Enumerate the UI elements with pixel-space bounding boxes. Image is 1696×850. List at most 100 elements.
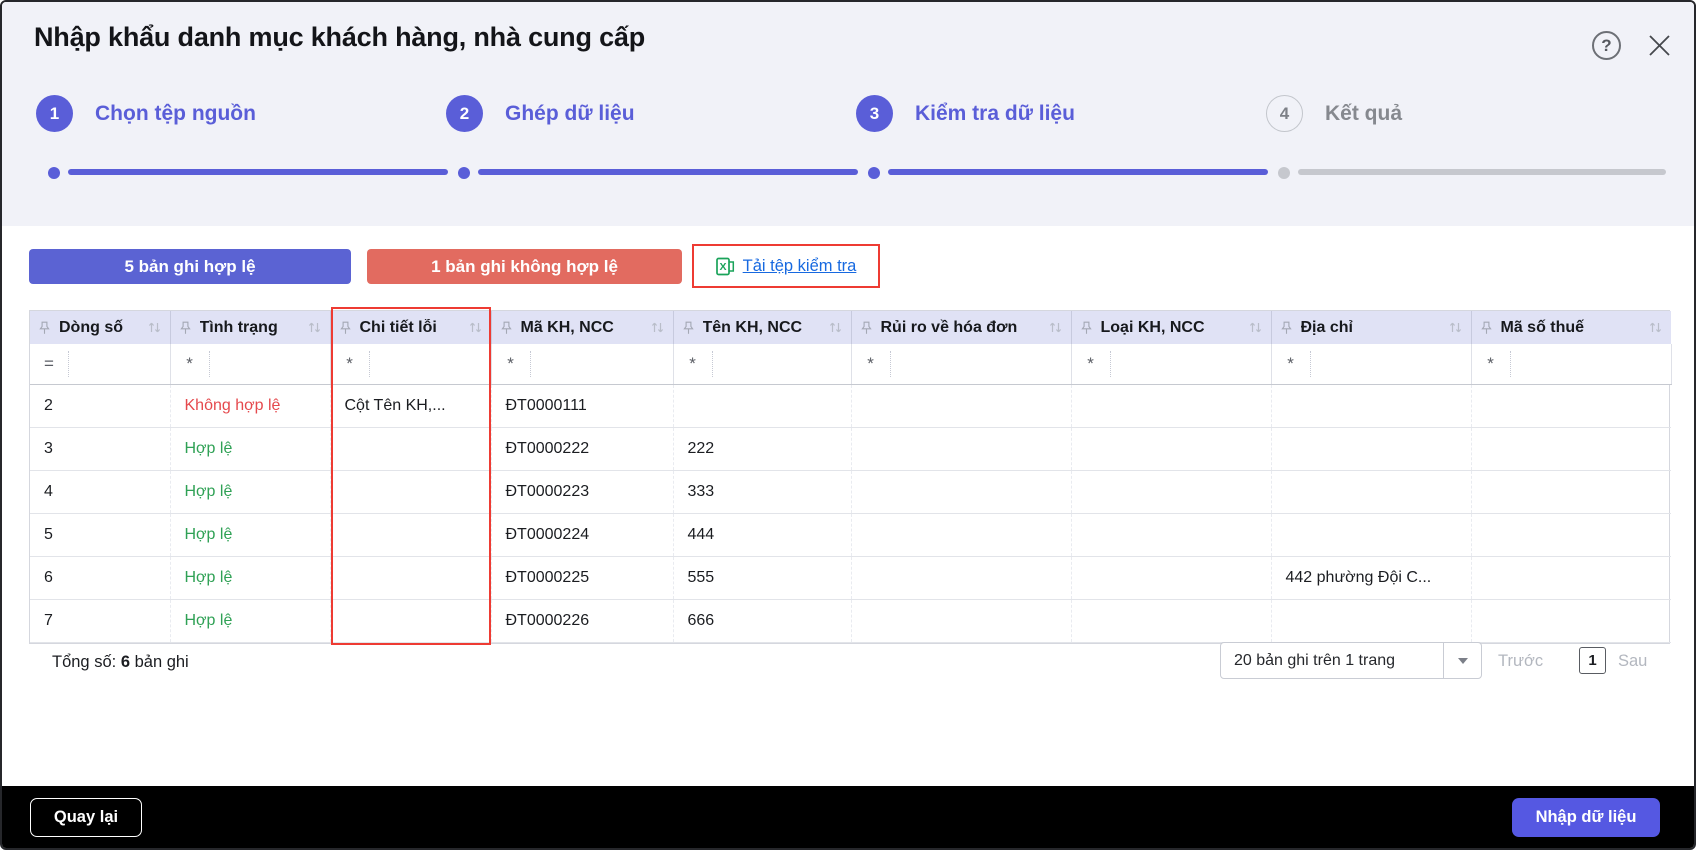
filter-operator[interactable]: * — [1272, 354, 1310, 374]
import-data-button[interactable]: Nhập dữ liệu — [1512, 798, 1660, 837]
table-cell: 222 — [673, 427, 852, 471]
filter-input[interactable] — [1509, 350, 1671, 377]
caret-down-icon[interactable] — [1443, 643, 1481, 678]
table-cell: 555 — [673, 556, 852, 600]
step-2-ghep-du-lieu[interactable]: 2 Ghép dữ liệu — [446, 95, 635, 132]
column-header-tinh-trang[interactable]: Tình trạng — [170, 311, 331, 344]
table-cell — [1471, 556, 1671, 600]
table-cell: Hợp lệ — [170, 513, 331, 557]
filter-operator[interactable]: * — [1072, 354, 1110, 374]
import-wizard-modal: Nhập khẩu danh mục khách hàng, nhà cung … — [0, 0, 1696, 850]
sort-icon[interactable] — [1048, 321, 1063, 334]
filter-operator[interactable]: = — [30, 354, 68, 374]
step-label: Ghép dữ liệu — [505, 101, 635, 125]
pin-icon[interactable] — [1280, 321, 1292, 335]
sort-icon[interactable] — [650, 321, 665, 334]
sort-icon[interactable] — [828, 321, 843, 334]
column-header-ma-so-thue[interactable]: Mã số thuế — [1471, 311, 1671, 344]
step-3-kiem-tra-du-lieu[interactable]: 3 Kiểm tra dữ liệu — [856, 95, 1075, 132]
page-size-select[interactable]: 20 bản ghi trên 1 trang — [1220, 642, 1482, 679]
column-header-loai-kh-ncc[interactable]: Loại KH, NCC — [1071, 311, 1272, 344]
column-label: Rủi ro về hóa đơn — [880, 318, 1018, 336]
filter-input[interactable] — [1309, 350, 1471, 377]
column-header-dong-so[interactable]: Dòng số — [30, 311, 171, 344]
filter-operator[interactable]: * — [852, 354, 890, 374]
table-cell — [851, 513, 1072, 557]
sort-icon[interactable] — [468, 321, 483, 334]
sort-icon[interactable] — [1648, 321, 1663, 334]
back-button[interactable]: Quay lại — [30, 798, 142, 837]
step-1-chon-tep-nguon[interactable]: 1 Chọn tệp nguồn — [36, 95, 256, 132]
help-icon[interactable]: ? — [1592, 31, 1621, 60]
column-header-dia-chi[interactable]: Địa chỉ — [1271, 311, 1472, 344]
valid-records-badge: 5 bản ghi hợp lệ — [29, 249, 351, 284]
table-cell — [851, 427, 1072, 471]
filter-operator[interactable]: * — [492, 354, 530, 374]
pagination-next-button[interactable]: Sau — [1618, 652, 1647, 671]
table-cell: ĐT0000224 — [491, 513, 674, 557]
column-header-rui-ro-hoa-don[interactable]: Rủi ro về hóa đơn — [851, 311, 1072, 344]
step-number: 3 — [856, 95, 893, 132]
filter-operator[interactable]: * — [171, 354, 209, 374]
filter-input[interactable] — [1109, 350, 1271, 377]
pin-icon[interactable] — [1080, 321, 1092, 335]
table-cell — [1271, 513, 1472, 557]
table-cell: ĐT0000222 — [491, 427, 674, 471]
table-cell — [1271, 384, 1472, 428]
download-check-file-highlight-box: X Tải tệp kiểm tra — [692, 244, 880, 288]
filter-operator[interactable]: * — [1472, 354, 1510, 374]
help-glyph: ? — [1601, 35, 1612, 55]
progress-dot-2 — [458, 167, 470, 179]
table-cell: ĐT0000223 — [491, 470, 674, 514]
table-cell — [673, 384, 852, 428]
pagination-current-page[interactable]: 1 — [1579, 647, 1606, 674]
table-cell: 666 — [673, 599, 852, 643]
table-row: 6 Hợp lệ ĐT0000225 555 442 phường Đội C... — [30, 556, 1671, 600]
pin-icon[interactable] — [39, 321, 50, 335]
step-4-ket-qua[interactable]: 4 Kết quả — [1266, 95, 1402, 132]
pin-icon[interactable] — [500, 321, 512, 335]
filter-operator[interactable]: * — [331, 354, 369, 374]
pagination-prev-button[interactable]: Trước — [1498, 652, 1543, 671]
filter-input[interactable] — [889, 350, 1071, 377]
table-cell — [1071, 384, 1272, 428]
filter-input[interactable] — [368, 350, 491, 377]
column-header-chi-tiet-loi[interactable]: Chi tiết lỗi — [330, 311, 492, 344]
close-icon[interactable] — [1646, 32, 1673, 59]
sort-icon[interactable] — [147, 321, 162, 334]
table-cell — [1071, 470, 1272, 514]
filter-input[interactable] — [68, 350, 170, 377]
svg-text:X: X — [719, 261, 726, 273]
table-cell: Cột Tên KH,... — [330, 384, 492, 428]
pin-icon[interactable] — [860, 321, 872, 335]
total-records-label: Tổng số: 6 bản ghi — [52, 653, 189, 672]
sort-icon[interactable] — [1248, 321, 1263, 334]
table-cell — [1271, 470, 1472, 514]
download-check-file-link[interactable]: Tải tệp kiểm tra — [743, 257, 857, 276]
table-cell — [1471, 384, 1671, 428]
progress-segment-4 — [1298, 169, 1666, 175]
pin-icon[interactable] — [682, 321, 694, 335]
table-cell — [330, 470, 492, 514]
filter-cell-rui-ro-hoa-don: * — [851, 344, 1072, 385]
pin-icon[interactable] — [339, 321, 351, 335]
table-cell — [330, 556, 492, 600]
table-row: 5 Hợp lệ ĐT0000224 444 — [30, 513, 1671, 557]
pin-icon[interactable] — [179, 321, 191, 335]
filter-cell-ten-kh-ncc: * — [673, 344, 852, 385]
table-cell — [1471, 599, 1671, 643]
table-cell — [1071, 513, 1272, 557]
filter-input[interactable] — [529, 350, 673, 377]
progress-segment-1 — [68, 169, 448, 175]
filter-operator[interactable]: * — [674, 354, 712, 374]
filter-input[interactable] — [711, 350, 851, 377]
column-header-ten-kh-ncc[interactable]: Tên KH, NCC — [673, 311, 852, 344]
column-header-ma-kh-ncc[interactable]: Mã KH, NCC — [491, 311, 674, 344]
filter-input[interactable] — [208, 350, 330, 377]
sort-icon[interactable] — [1448, 321, 1463, 334]
sort-icon[interactable] — [307, 321, 322, 334]
table-cell — [1071, 427, 1272, 471]
table-cell: 333 — [673, 470, 852, 514]
column-label: Tình trạng — [199, 318, 278, 336]
pin-icon[interactable] — [1480, 321, 1492, 335]
